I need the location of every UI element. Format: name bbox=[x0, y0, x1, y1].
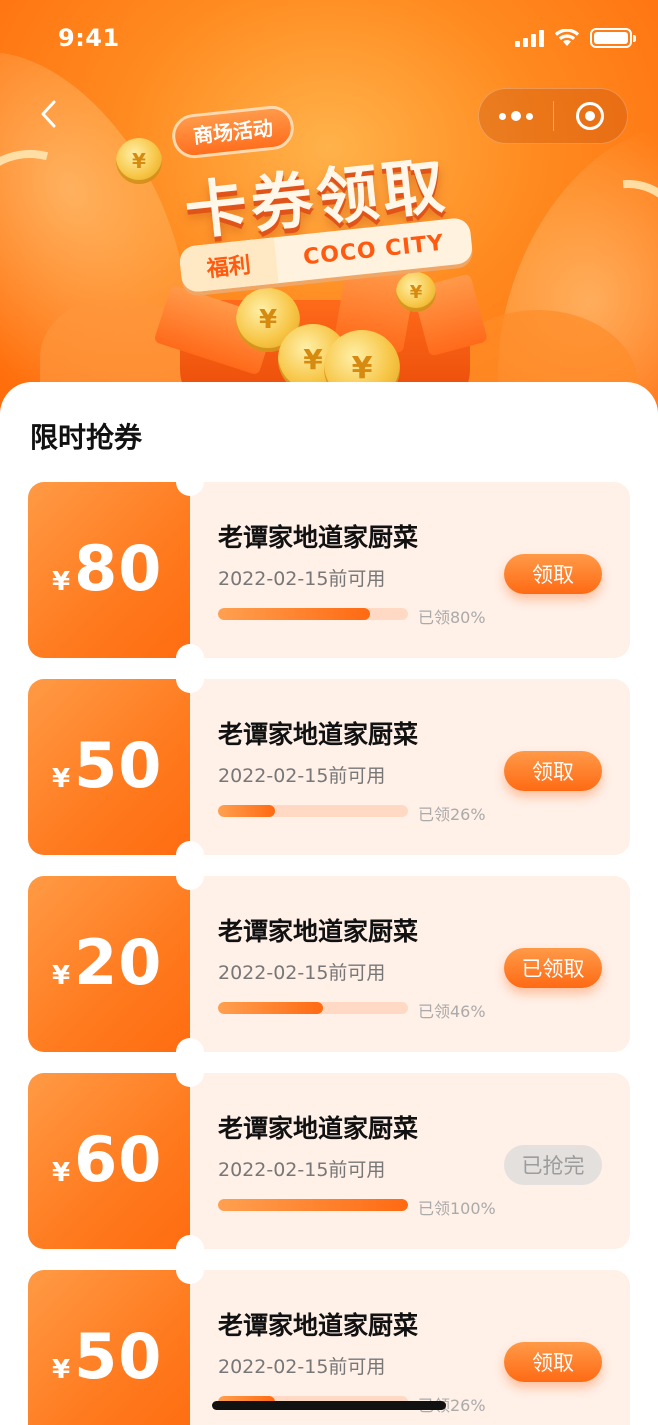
claim-button[interactable]: 已领取 bbox=[504, 948, 602, 988]
coupon-info-panel: 老谭家地道家厨菜 2022-02-15前可用 已领46% 已领取 bbox=[190, 876, 630, 1052]
wifi-icon bbox=[554, 29, 580, 46]
coupon-notch bbox=[176, 1059, 204, 1087]
coupon-card: ¥ 80 老谭家地道家厨菜 2022-02-15前可用 已领80% 领取 bbox=[28, 468, 630, 672]
shop-name: 老谭家地道家厨菜 bbox=[218, 720, 419, 749]
coupon-amount: ¥ 80 bbox=[52, 532, 162, 605]
claim-button[interactable]: 领取 bbox=[504, 1342, 602, 1382]
currency-symbol: ¥ bbox=[52, 1355, 71, 1385]
status-icons bbox=[515, 28, 636, 48]
coupon-value: 80 bbox=[74, 532, 163, 605]
miniprogram-capsule bbox=[478, 88, 628, 144]
claim-progress-text: 已领100% bbox=[418, 1199, 496, 1218]
valid-date: 2022-02-15前可用 bbox=[218, 765, 386, 787]
coin-icon: ¥ bbox=[396, 272, 436, 312]
chevron-left-icon bbox=[41, 100, 56, 128]
claim-button[interactable]: 领取 bbox=[504, 554, 602, 594]
claim-progress-fill bbox=[218, 805, 275, 817]
home-indicator bbox=[212, 1401, 446, 1410]
coupon-notch bbox=[176, 665, 204, 693]
coupon-amount-panel: ¥ 60 bbox=[28, 1073, 190, 1249]
claim-progress-bar bbox=[218, 608, 408, 620]
claim-progress-bar bbox=[218, 1002, 408, 1014]
claim-progress-bar bbox=[218, 1199, 408, 1211]
valid-date: 2022-02-15前可用 bbox=[218, 1356, 386, 1378]
coupon-amount-panel: ¥ 20 bbox=[28, 876, 190, 1052]
shop-name: 老谭家地道家厨菜 bbox=[218, 917, 419, 946]
valid-date: 2022-02-15前可用 bbox=[218, 962, 386, 984]
coupon-value: 50 bbox=[74, 1320, 163, 1393]
coupon-amount: ¥ 50 bbox=[52, 729, 162, 802]
coupon-notch bbox=[176, 862, 204, 890]
coupon-notch bbox=[176, 1256, 204, 1284]
coupon-value: 50 bbox=[74, 729, 163, 802]
currency-symbol: ¥ bbox=[52, 764, 71, 794]
back-button[interactable] bbox=[30, 96, 66, 132]
currency-symbol: ¥ bbox=[52, 961, 71, 991]
claim-progress-bar bbox=[218, 805, 408, 817]
coupon-value: 20 bbox=[74, 926, 163, 999]
claim-progress-text: 已领26% bbox=[418, 805, 486, 824]
coupon-amount: ¥ 50 bbox=[52, 1320, 162, 1393]
claim-progress-text: 已领80% bbox=[418, 608, 486, 627]
status-time: 9:41 bbox=[58, 24, 120, 52]
claim-button[interactable]: 已抢完 bbox=[504, 1145, 602, 1185]
shop-name: 老谭家地道家厨菜 bbox=[218, 523, 419, 552]
coupon-card: ¥ 20 老谭家地道家厨菜 2022-02-15前可用 已领46% 已领取 bbox=[28, 862, 630, 1066]
coupon-notch bbox=[176, 468, 204, 496]
ribbon-left-label: 福利 bbox=[178, 237, 279, 294]
more-menu-button[interactable] bbox=[479, 89, 553, 143]
valid-date: 2022-02-15前可用 bbox=[218, 568, 386, 590]
claim-progress-text: 已领46% bbox=[418, 1002, 486, 1021]
hero-banner: ¥ ¥ ¥ ¥ ¥ 商场活动 卡券领取 福利 COCO CITY 9:41 bbox=[0, 0, 658, 420]
currency-symbol: ¥ bbox=[52, 1158, 71, 1188]
coupon-info-panel: 老谭家地道家厨菜 2022-02-15前可用 已领80% 领取 bbox=[190, 482, 630, 658]
coupon-card: ¥ 50 老谭家地道家厨菜 2022-02-15前可用 已领26% 领取 bbox=[28, 665, 630, 869]
coupon-amount: ¥ 60 bbox=[52, 1123, 162, 1196]
section-title: 限时抢券 bbox=[30, 421, 143, 454]
target-close-icon bbox=[576, 102, 605, 130]
coupon-list-panel: 限时抢券 ¥ 80 老谭家地道家厨菜 2022-02-15前可用 已领80% 领… bbox=[0, 382, 658, 1425]
ribbon-right-label: COCO CITY bbox=[302, 230, 446, 270]
shop-name: 老谭家地道家厨菜 bbox=[218, 1311, 419, 1340]
more-dots-icon bbox=[498, 112, 506, 120]
coupon-amount-panel: ¥ 50 bbox=[28, 1270, 190, 1425]
coupon-info-panel: 老谭家地道家厨菜 2022-02-15前可用 已领100% 已抢完 bbox=[190, 1073, 630, 1249]
claim-progress-fill bbox=[218, 608, 370, 620]
coupon-info-panel: 老谭家地道家厨菜 2022-02-15前可用 已领26% 领取 bbox=[190, 679, 630, 855]
coupon-value: 60 bbox=[74, 1123, 163, 1196]
claim-progress-fill bbox=[218, 1199, 408, 1211]
claim-progress-fill bbox=[218, 1002, 323, 1014]
cellular-signal-icon bbox=[515, 29, 544, 47]
coupon-amount: ¥ 20 bbox=[52, 926, 162, 999]
close-miniprogram-button[interactable] bbox=[554, 89, 628, 143]
coin-icon: ¥ bbox=[116, 138, 162, 184]
valid-date: 2022-02-15前可用 bbox=[218, 1159, 386, 1181]
currency-symbol: ¥ bbox=[52, 567, 71, 597]
claim-button[interactable]: 领取 bbox=[504, 751, 602, 791]
coupon-amount-panel: ¥ 80 bbox=[28, 482, 190, 658]
coupon-card: ¥ 60 老谭家地道家厨菜 2022-02-15前可用 已领100% 已抢完 bbox=[28, 1059, 630, 1263]
shop-name: 老谭家地道家厨菜 bbox=[218, 1114, 419, 1143]
coupon-amount-panel: ¥ 50 bbox=[28, 679, 190, 855]
battery-icon bbox=[590, 28, 636, 48]
